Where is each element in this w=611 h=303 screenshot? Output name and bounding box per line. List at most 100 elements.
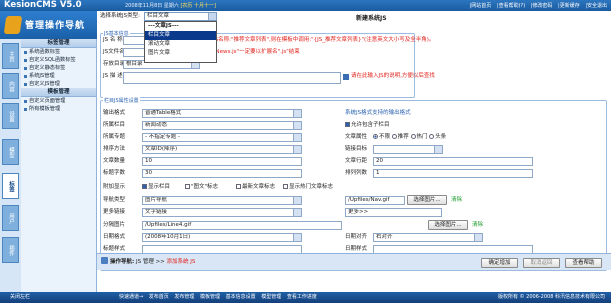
link-site-home[interactable]: |网站首页: [470, 3, 492, 9]
sidebar-section-labels: 标签管理: [21, 39, 96, 48]
nav-path-input[interactable]: /Upfiles/Nav.gif: [345, 196, 405, 205]
main-panel: 选择系统JS类型: 栏目文章 新建系统JS ---文章JS--- 栏目文章 滚动…: [97, 11, 611, 292]
link-target-select[interactable]: [373, 145, 443, 154]
count-input[interactable]: 10: [142, 157, 302, 166]
sidebar-item-all-templates[interactable]: 所有模板管理: [21, 105, 96, 113]
attach-new-flag-label: 最新文章标志: [242, 184, 276, 190]
quick-work-progress[interactable]: 查看工作进度: [287, 294, 317, 300]
more-label: 更多链接: [103, 209, 126, 215]
vertical-tabs: 主页 内容 设置 模型 标签 用户 插件: [0, 39, 21, 292]
copyright: 版权所有 © 2006-2008 科汛信息技术有限公司: [497, 294, 605, 300]
sidebar-item-system-js[interactable]: 系统JS管理: [21, 72, 96, 80]
quick-links: 快速通道→ 发布首页 发布管理 模板管理 基本信息设置 模型管理 查看工作进度: [119, 292, 321, 303]
confirm-add-button[interactable]: 确定增加: [481, 258, 518, 268]
separator-path-input[interactable]: /Upfiles/Line4.gif: [142, 221, 342, 230]
breadcrumb-js-manage[interactable]: JS 管理: [136, 259, 154, 265]
nav-select-image-button[interactable]: 选择图片...: [407, 195, 447, 205]
nav-arrow-icon: [101, 257, 108, 264]
nav-type-select[interactable]: 图片导航: [142, 196, 302, 205]
quick-basic-settings[interactable]: 基本信息设置: [226, 294, 256, 300]
dropdown-option-scroll-article[interactable]: 滚动文章: [145, 40, 216, 49]
output-format-select[interactable]: 普通Table格式: [142, 109, 302, 118]
radio-recommended[interactable]: [391, 134, 397, 139]
attach-show-column[interactable]: 显示栏目: [142, 183, 170, 192]
attach-picture-flag[interactable]: "图文"标志: [185, 183, 218, 192]
output-format-help: 系统JS格式支持的输出格式: [345, 110, 411, 116]
attach-new-flag[interactable]: 最新文章标志: [236, 183, 275, 192]
js-type-dropdown: ---文章JS--- 栏目文章 滚动文章 图片文章: [144, 21, 217, 63]
quick-template-manage[interactable]: 模板管理: [200, 294, 220, 300]
tab-models[interactable]: 模型: [2, 139, 19, 165]
sidebar-item-custom-static-labels[interactable]: 自定义静态标签: [21, 64, 96, 72]
link-logout[interactable]: |安全退出: [585, 3, 607, 9]
dropdown-option-column-article[interactable]: 栏目文章: [145, 31, 216, 40]
page-title: 新建系统JS: [356, 15, 387, 22]
radio-hot[interactable]: [410, 134, 416, 139]
cancel-back-button[interactable]: 取消返回: [523, 258, 560, 268]
quick-model-manage[interactable]: 模型管理: [261, 294, 281, 300]
checkbox-icon: [185, 184, 190, 189]
js-name-hint: 例如JS名称:"推荐文章列表",则在模板中调用:"{JS_推荐文章列表}"(注意…: [202, 37, 435, 43]
attach-hot-flag[interactable]: 显示热门文章标志: [283, 183, 333, 192]
link-help[interactable]: |查看帮助(?): [497, 3, 525, 9]
js-name-label: JS 名 称: [103, 37, 123, 43]
attach-picture-flag-label: "图文"标志: [191, 184, 219, 190]
quick-publish-manage[interactable]: 发布管理: [174, 294, 194, 300]
logo-icon: [3, 16, 23, 34]
view-help-button[interactable]: 查看帮助: [565, 258, 602, 268]
attach-show-column-label: 显示栏目: [148, 184, 171, 190]
columns-input[interactable]: 1: [373, 169, 533, 178]
more-text-input[interactable]: 更多>>: [345, 208, 442, 217]
date-text: 2008年11月8日 星期六: [125, 3, 181, 9]
separator-select-image-button[interactable]: 选择图片...: [428, 220, 468, 230]
sort-select[interactable]: 文章ID(降序): [142, 145, 302, 154]
article-attr-radios: 不限 推荐 热门 头条: [373, 133, 446, 142]
title-chars-input[interactable]: 30: [142, 169, 302, 178]
js-desc-hint: 请在此输入JS的说明,方便以后查找: [351, 73, 435, 79]
app-title: KesionCMS V5.0: [4, 0, 82, 10]
count-label: 文章数量: [103, 158, 126, 164]
date-align-select[interactable]: 右对齐: [373, 233, 483, 242]
attach-label: 附加显示: [103, 184, 126, 190]
quick-links-label: 快速通道→: [119, 294, 144, 300]
breadcrumb: 操作导航: JS 管理 >> 添加系统 JS: [101, 257, 195, 267]
tab-users[interactable]: 用户: [2, 205, 19, 231]
sidebar-item-custom-js[interactable]: 自定义JS管理: [21, 80, 96, 88]
dropdown-option-image-article[interactable]: 图片文章: [145, 49, 216, 58]
nav-clear-link[interactable]: 清除: [451, 196, 462, 205]
special-label: 所属专题: [103, 134, 126, 140]
column-select[interactable]: 新闻动态: [142, 121, 302, 130]
special-select[interactable]: - 不指定专题 -: [142, 133, 302, 142]
js-desc-label: JS 描 述: [103, 73, 123, 79]
allow-sub-columns[interactable]: 允许包含子栏目: [345, 121, 390, 130]
tab-labels[interactable]: 标签: [2, 173, 19, 199]
separator-clear-link[interactable]: 清除: [472, 221, 483, 230]
more-type-select[interactable]: 文字链接: [142, 208, 302, 217]
top-links: |网站首页 |查看帮助(?) |修改密码 |更新缓存 |安全退出: [466, 2, 607, 9]
tab-content[interactable]: 内容: [2, 73, 19, 99]
resize-icon[interactable]: [343, 74, 349, 80]
link-update-cache[interactable]: |更新缓存: [558, 3, 580, 9]
logo: 管理操作导航: [0, 11, 97, 39]
breadcrumb-add-js: 添加系统 JS: [166, 259, 196, 265]
fieldset-legend-2: 栏目JS属性设置: [103, 97, 140, 104]
nav-label: 导航类型: [103, 197, 126, 203]
date-format-select[interactable]: (2008年10月1日): [142, 233, 302, 242]
sidebar-item-system-function-labels[interactable]: 系统函数标签: [21, 48, 96, 56]
js-type-label: 选择系统JS类型:: [100, 13, 140, 19]
link-change-password[interactable]: |修改密码: [531, 3, 553, 9]
tab-settings[interactable]: 设置: [2, 103, 19, 129]
quick-publish-home[interactable]: 发布首页: [149, 294, 169, 300]
columns-label: 排列列数: [345, 170, 368, 176]
close-left-panel-link[interactable]: 关闭左栏: [10, 292, 30, 303]
sidebar-item-custom-pages[interactable]: 自定义页面管理: [21, 97, 96, 105]
radio-any[interactable]: [373, 134, 378, 139]
tab-home[interactable]: 主页: [2, 43, 19, 69]
js-type-select[interactable]: 栏目文章: [144, 12, 217, 21]
tab-plugins[interactable]: 插件: [2, 237, 19, 263]
radio-headline[interactable]: [429, 134, 435, 139]
js-desc-textarea[interactable]: [123, 72, 341, 84]
sidebar-item-custom-sql-labels[interactable]: 自定义SQL函数标签: [21, 56, 96, 64]
column-js-settings-fieldset: 栏目JS属性设置 输出格式 普通Table格式 系统JS格式支持的输出格式 所属…: [100, 97, 607, 271]
row-spacing-input[interactable]: 20: [373, 157, 533, 166]
